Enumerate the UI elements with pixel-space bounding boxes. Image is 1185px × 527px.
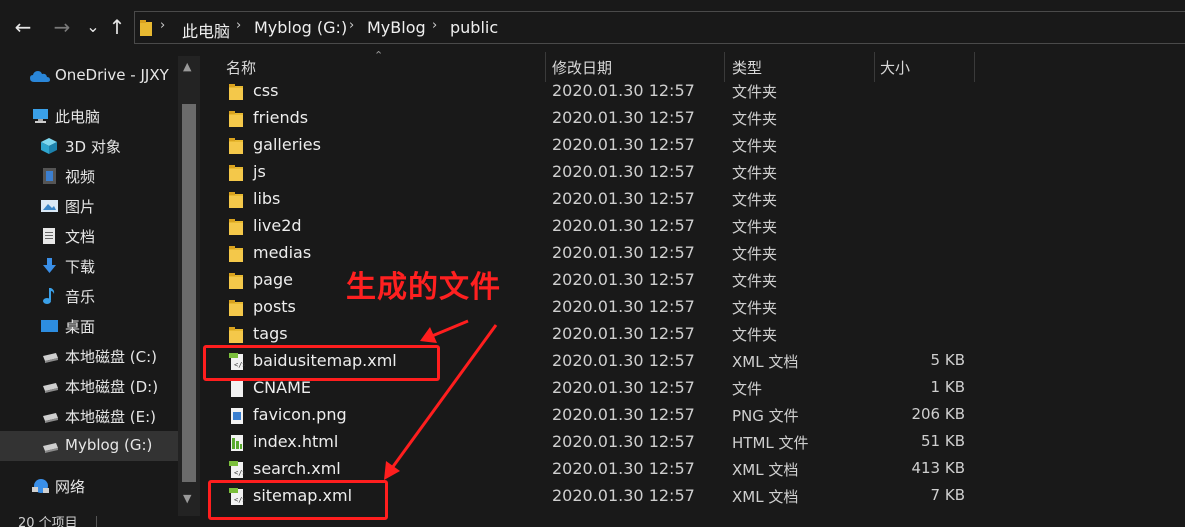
annotation-arrows <box>384 319 498 480</box>
annotation-arrow-to-baidusitemap <box>420 319 469 343</box>
annotation-arrow-to-sitemap <box>384 324 498 480</box>
